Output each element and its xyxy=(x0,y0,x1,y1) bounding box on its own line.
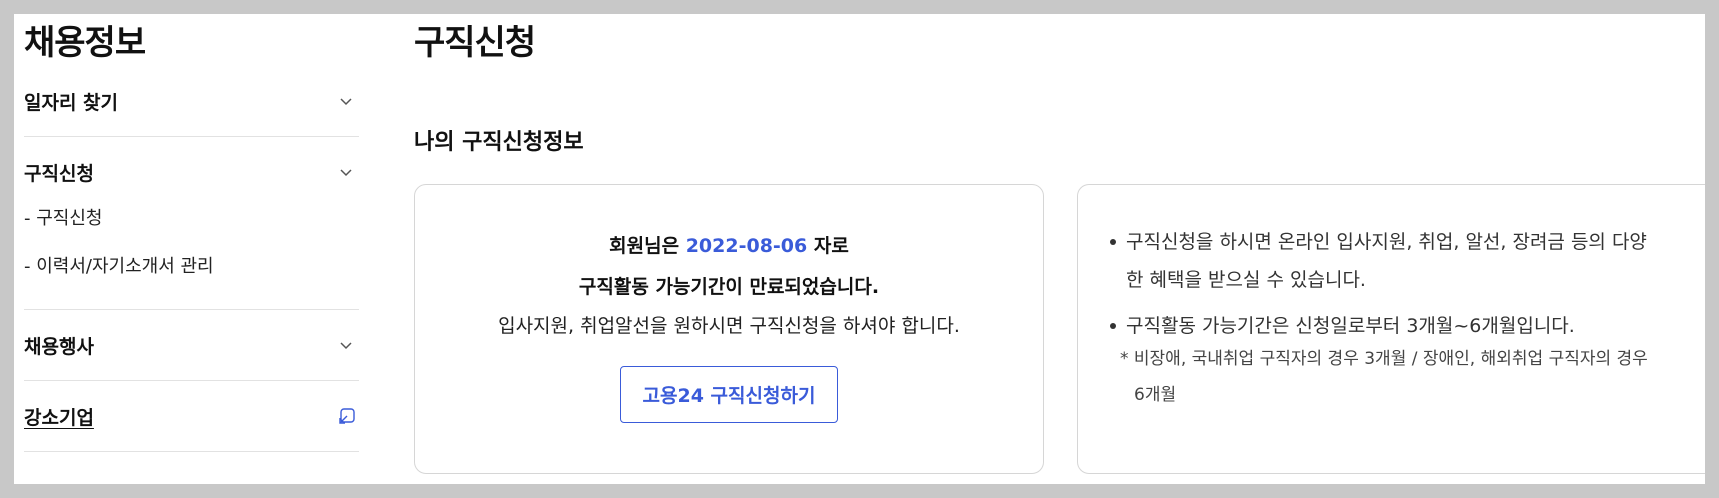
main-content: 구직신청 나의 구직신청정보 회원님은 2022-08-06 자로 구직활동 가… xyxy=(414,14,1705,484)
info-card: 구직신청을 하시면 온라인 입사지원, 취업, 알선, 장려금 등의 다양 한 … xyxy=(1077,184,1705,474)
status-card: 회원님은 2022-08-06 자로 구직활동 가능기간이 만료되었습니다. 입… xyxy=(414,184,1044,474)
apply-button[interactable]: 고용24 구직신청하기 xyxy=(619,366,839,423)
list-item: 구직활동 가능기간은 신청일로부터 3개월~6개월입니다. xyxy=(1110,307,1692,345)
menu-group-small-giant: 강소기업 xyxy=(24,381,359,452)
submenu-item-application[interactable]: - 구직신청 xyxy=(24,195,359,243)
status-prefix: 회원님은 xyxy=(609,235,680,257)
menu-small-giant[interactable]: 강소기업 xyxy=(24,381,359,451)
menu-label: 일자리 찾기 xyxy=(24,91,119,114)
submenu-application: - 구직신청 - 이력서/자기소개서 관리 xyxy=(24,195,359,309)
note-text: 6개월 xyxy=(1134,385,1177,405)
menu-label: 강소기업 xyxy=(24,406,94,429)
page: 채용정보 일자리 찾기 구직신청 - 구직신청 - 이력서/자기소개서 관리 채… xyxy=(14,14,1705,484)
info-text: 한 혜택을 받으실 수 있습니다. xyxy=(1126,269,1366,291)
chevron-down-icon xyxy=(340,169,352,177)
menu-job-search[interactable]: 일자리 찾기 xyxy=(24,66,359,136)
chevron-down-icon xyxy=(340,342,352,350)
info-list: 구직신청을 하시면 온라인 입사지원, 취업, 알선, 장려금 등의 다양 한 … xyxy=(1078,185,1705,345)
menu-label: 채용행사 xyxy=(24,335,94,358)
page-title: 구직신청 xyxy=(414,23,536,63)
info-text: 구직신청을 하시면 온라인 입사지원, 취업, 알선, 장려금 등의 다양 xyxy=(1126,231,1647,253)
sidebar-title: 채용정보 xyxy=(24,23,146,63)
chevron-down-icon xyxy=(340,98,352,106)
note: * 비장애, 국내취업 구직자의 경우 3개월 / 장애인, 해외취업 구직자의… xyxy=(1078,341,1705,413)
expired-message: 구직활동 가능기간이 만료되었습니다. xyxy=(578,276,880,298)
list-item: 구직신청을 하시면 온라인 입사지원, 취업, 알선, 장려금 등의 다양 한 … xyxy=(1110,223,1692,299)
sidebar: 채용정보 일자리 찾기 구직신청 - 구직신청 - 이력서/자기소개서 관리 채… xyxy=(24,14,359,452)
menu-group-application: 구직신청 - 구직신청 - 이력서/자기소개서 관리 xyxy=(24,137,359,310)
menu-label: 구직신청 xyxy=(24,162,94,185)
instruction-text: 입사지원, 취업알선을 원하시면 구직신청을 하셔야 합니다. xyxy=(498,315,960,337)
status-suffix: 자로 xyxy=(813,235,849,257)
menu-group-events: 채용행사 xyxy=(24,310,359,381)
menu-events[interactable]: 채용행사 xyxy=(24,310,359,380)
menu-group-job-search: 일자리 찾기 xyxy=(24,66,359,137)
external-link-icon xyxy=(339,408,355,424)
section-title: 나의 구직신청정보 xyxy=(414,130,584,155)
expiry-date: 2022-08-06 xyxy=(685,235,808,257)
cards: 회원님은 2022-08-06 자로 구직활동 가능기간이 만료되었습니다. 입… xyxy=(414,184,1705,484)
note-text: * 비장애, 국내취업 구직자의 경우 3개월 / 장애인, 해외취업 구직자의… xyxy=(1120,349,1648,369)
status-line: 회원님은 2022-08-06 자로 xyxy=(415,231,1043,258)
submenu-item-resume[interactable]: - 이력서/자기소개서 관리 xyxy=(24,243,359,291)
